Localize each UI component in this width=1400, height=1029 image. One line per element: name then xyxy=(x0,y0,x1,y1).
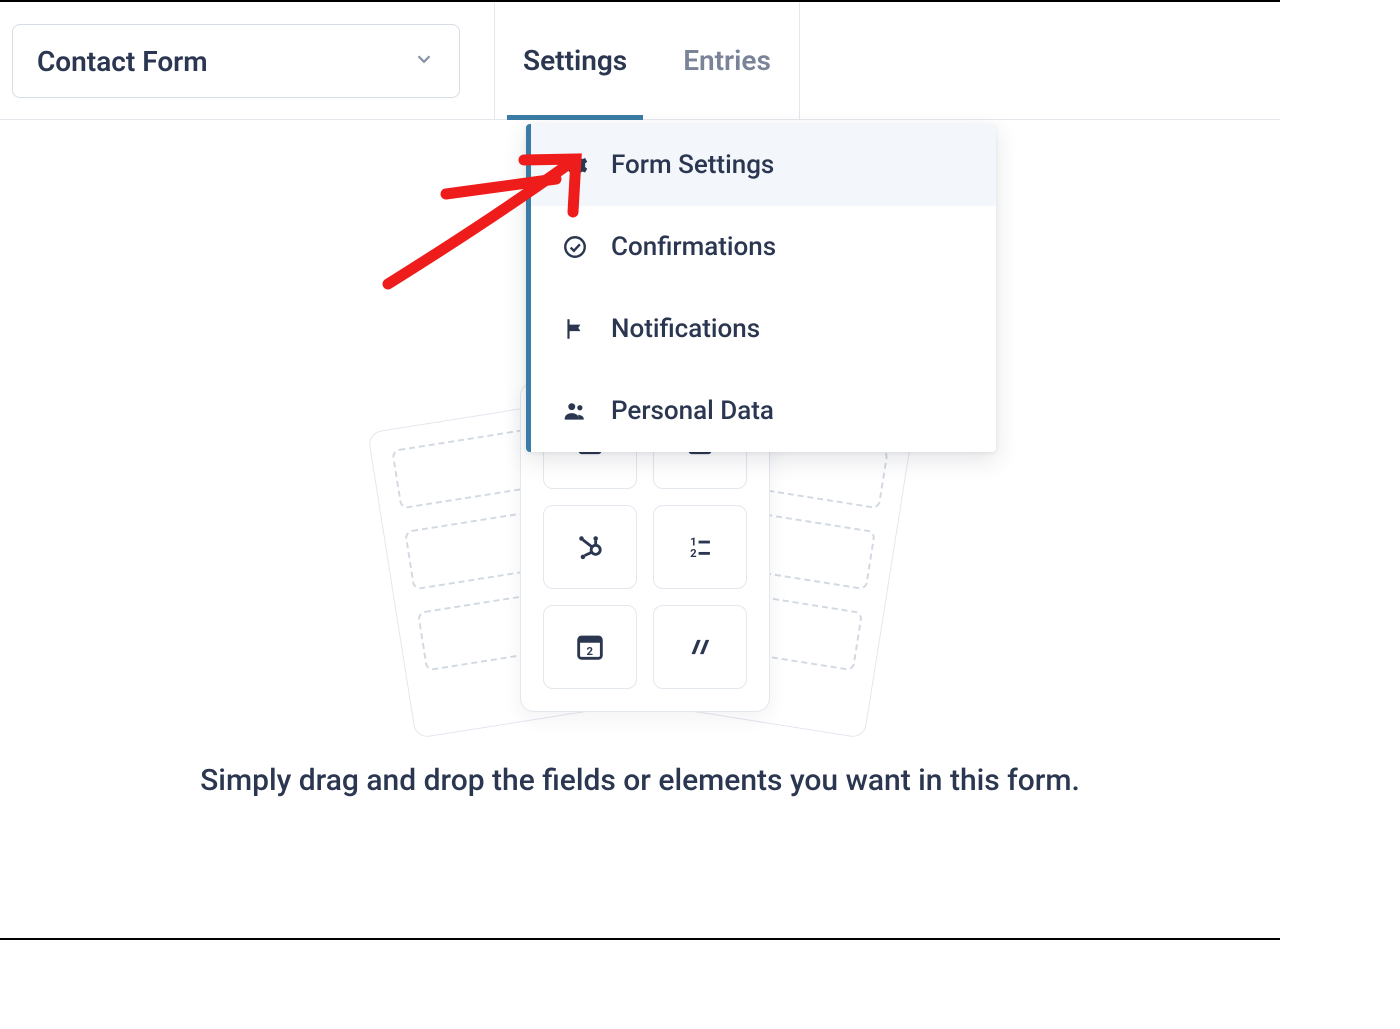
header-bar: Contact Form Settings Entries xyxy=(0,2,1280,120)
tab-settings[interactable]: Settings xyxy=(495,2,655,119)
chevron-down-icon xyxy=(413,48,435,74)
tab-entries[interactable]: Entries xyxy=(655,2,799,119)
empty-state-instruction: Simply drag and drop the fields or eleme… xyxy=(0,758,1280,805)
menu-item-personal-data[interactable]: Personal Data xyxy=(531,370,996,452)
flag-icon xyxy=(561,315,589,343)
stripes-icon xyxy=(653,605,747,689)
menu-item-confirmations[interactable]: Confirmations xyxy=(531,206,996,288)
settings-dropdown: Form Settings Confirmations Notification… xyxy=(526,124,996,452)
menu-item-label: Notifications xyxy=(611,314,760,344)
menu-item-label: Form Settings xyxy=(611,150,774,180)
check-circle-icon xyxy=(561,233,589,261)
tab-divider xyxy=(799,2,800,119)
menu-item-form-settings[interactable]: Form Settings xyxy=(531,124,996,206)
tabs: Settings Entries xyxy=(494,2,800,119)
numbered-list-icon: 12 xyxy=(653,505,747,589)
form-selector[interactable]: Contact Form xyxy=(12,24,460,98)
people-icon xyxy=(561,397,589,425)
calendar-date-icon: 2 xyxy=(543,605,637,689)
svg-text:2: 2 xyxy=(690,546,697,560)
menu-item-label: Confirmations xyxy=(611,232,776,262)
tab-label: Settings xyxy=(523,44,627,77)
menu-item-label: Personal Data xyxy=(611,396,774,426)
svg-text:2: 2 xyxy=(586,644,593,658)
hubspot-icon xyxy=(543,505,637,589)
form-selector-label: Contact Form xyxy=(37,45,208,78)
menu-item-notifications[interactable]: Notifications xyxy=(531,288,996,370)
tab-label: Entries xyxy=(683,44,771,77)
gear-icon xyxy=(561,151,589,179)
